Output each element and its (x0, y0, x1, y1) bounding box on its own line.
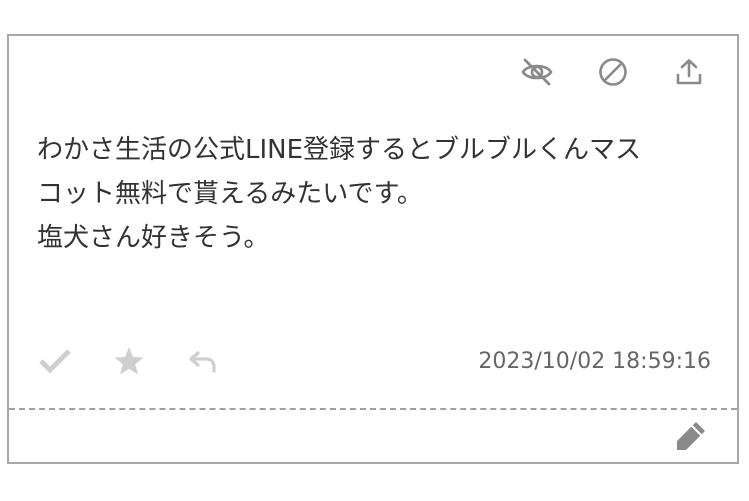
check-icon (39, 349, 71, 374)
share-button[interactable] (671, 54, 707, 90)
hide-button[interactable] (519, 54, 555, 90)
reply-icon (189, 351, 216, 373)
star-icon (114, 347, 144, 375)
reaction-buttons (37, 343, 221, 379)
post-footer: 2023/10/02 18:59:16 (37, 336, 711, 386)
post-timestamp: 2023/10/02 18:59:16 (478, 348, 711, 374)
block-button[interactable] (595, 54, 631, 90)
ban-icon (599, 58, 627, 86)
upload-icon (676, 59, 702, 85)
check-button[interactable] (37, 343, 73, 379)
eye-slash-icon (521, 58, 553, 86)
pencil-icon (677, 422, 705, 450)
post-message: わかさ生活の公式LINE登録するとブルブルくんマス コット無料で貰えるみたいです… (37, 135, 642, 253)
dashed-divider (9, 408, 737, 410)
post-actions-top (519, 54, 707, 90)
edit-button[interactable] (673, 418, 709, 454)
star-button[interactable] (111, 343, 147, 379)
reply-button[interactable] (185, 343, 221, 379)
post-card: わかさ生活の公式LINE登録するとブルブルくんマス コット無料で貰えるみたいです… (7, 34, 739, 464)
